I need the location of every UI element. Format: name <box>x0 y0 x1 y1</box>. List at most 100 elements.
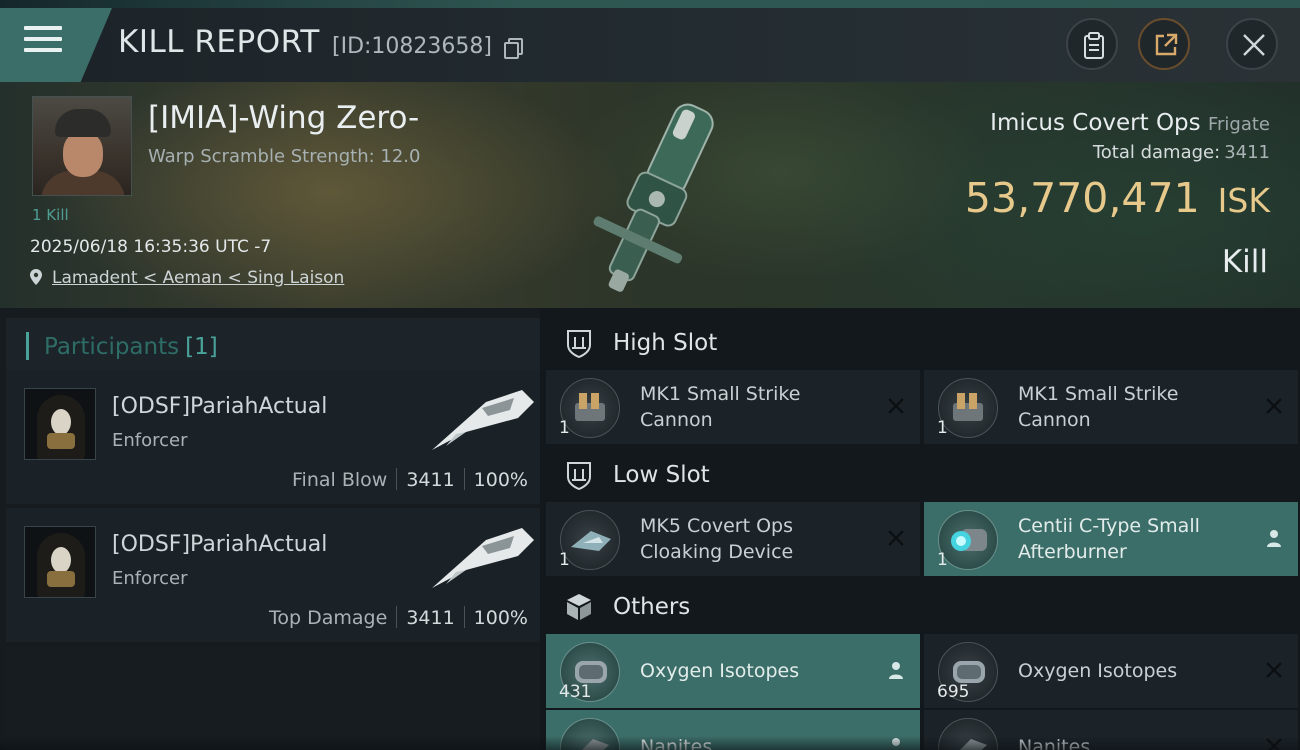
ship-class: Frigate <box>1207 114 1270 135</box>
total-damage-value: 3411 <box>1224 142 1270 163</box>
ship-name[interactable]: Imicus Covert Ops Frigate <box>990 110 1270 136</box>
participants-label: Participants <box>44 334 180 360</box>
total-damage: Total damage: 3411 <box>1093 142 1270 163</box>
participant-name: [ODSF]PariahActual <box>112 394 328 419</box>
kill-datetime: 2025/06/18 16:35:36 UTC -7 <box>30 237 272 257</box>
others-header: Others <box>540 576 1300 636</box>
module-name: MK1 Small Strike Cannon <box>1018 383 1179 431</box>
header-bar: KILL REPORT [ID:10823658] <box>0 8 1300 82</box>
copy-icon[interactable] <box>504 38 523 59</box>
module-name: Centii C-Type Small Afterburner <box>1018 515 1200 563</box>
report-id: [ID:10823658] <box>332 34 492 59</box>
ship-type-name: Imicus Covert Ops <box>990 110 1201 136</box>
dropped-person-icon <box>889 662 903 679</box>
participant-damage: 3411 <box>406 469 455 491</box>
module-name: MK5 Covert Ops Cloaking Device <box>640 515 794 563</box>
participant-percent: 100% <box>473 607 528 629</box>
participant-corp: Enforcer <box>112 568 188 589</box>
destroyed-x-icon <box>1266 398 1282 414</box>
module-item[interactable]: 1 MK1 Small Strike Cannon <box>924 370 1298 444</box>
participant-damage: 3411 <box>406 607 455 629</box>
module-item[interactable]: 1 MK5 Covert Ops Cloaking Device <box>546 502 920 576</box>
cargo-item[interactable]: 695 Oxygen Isotopes <box>924 634 1298 708</box>
participants-accent-bar <box>26 332 29 360</box>
participant-avatar <box>24 526 96 598</box>
low-slot-label: Low Slot <box>613 462 710 488</box>
participant-row[interactable]: [ODSF]PariahActual Enforcer Top Damage 34… <box>6 508 540 642</box>
destroyed-x-icon <box>1266 662 1282 678</box>
participant-role: Top Damage <box>269 607 388 629</box>
participants-title: Participants [1] <box>44 334 218 360</box>
cargo-item[interactable]: Nanites <box>546 710 920 750</box>
isk-value-line: 53,770,471 ISK <box>965 174 1270 222</box>
isk-unit: ISK <box>1217 181 1270 220</box>
menu-icon <box>24 26 62 59</box>
module-quantity: 1 <box>559 418 570 438</box>
kill-count: 1 Kill <box>32 206 69 224</box>
participant-corp: Enforcer <box>112 430 188 451</box>
module-quantity: 1 <box>559 550 570 570</box>
others-label: Others <box>613 594 691 620</box>
page-title: KILL REPORT <box>118 24 320 60</box>
destroyed-x-icon <box>888 398 904 414</box>
cargo-quantity: 431 <box>559 682 592 702</box>
participant-stats: Final Blow 3411 100% <box>292 468 528 491</box>
dropped-person-icon <box>1267 530 1281 547</box>
menu-button[interactable] <box>0 8 112 82</box>
victim-name[interactable]: [IMIA]-Wing Zero- <box>148 100 419 136</box>
divider <box>396 606 398 628</box>
share-icon <box>1155 33 1178 56</box>
location-pin-icon <box>30 269 42 285</box>
cargo-item[interactable]: 431 Oxygen Isotopes <box>546 634 920 708</box>
participants-header: Participants [1] <box>6 318 540 374</box>
module-item[interactable]: 1 MK1 Small Strike Cannon <box>546 370 920 444</box>
total-damage-label: Total damage: <box>1092 142 1221 163</box>
clipboard-button[interactable] <box>1066 18 1118 70</box>
participant-ship-icon <box>432 390 534 450</box>
victim-portrait[interactable] <box>32 96 132 196</box>
kill-summary-banner: [IMIA]-Wing Zero- Warp Scramble Strength… <box>0 82 1300 308</box>
participants-count: [1] <box>185 334 218 360</box>
fitting-panel: High Slot 1 MK1 Small Strike Cannon 1 MK… <box>540 308 1300 750</box>
module-quantity: 1 <box>937 550 948 570</box>
cargo-icon <box>560 718 620 750</box>
result-label: Kill <box>1221 244 1268 280</box>
high-slot-label: High Slot <box>613 330 718 356</box>
cargo-name: Nanites <box>1018 736 1091 750</box>
close-icon <box>1243 34 1265 56</box>
warp-scramble-strength: Warp Scramble Strength: 12.0 <box>148 146 421 167</box>
module-name: MK1 Small Strike Cannon <box>640 383 801 431</box>
dropped-person-icon <box>892 738 900 746</box>
cargo-quantity: 695 <box>937 682 970 702</box>
close-button[interactable] <box>1226 18 1278 70</box>
module-quantity: 1 <box>937 418 948 438</box>
isk-value: 53,770,471 <box>964 174 1200 222</box>
shield-icon <box>567 330 591 358</box>
participants-empty-area <box>6 646 540 750</box>
destroyed-x-icon <box>1266 738 1282 750</box>
cargo-name: Nanites <box>640 736 713 750</box>
location-link[interactable]: Lamadent < Aeman < Sing Laison <box>52 268 344 288</box>
shield-icon <box>567 462 591 490</box>
clipboard-icon <box>1084 32 1104 59</box>
high-slot-header: High Slot <box>540 312 1300 372</box>
cargo-name: Oxygen Isotopes <box>640 660 800 682</box>
destroyed-x-icon <box>888 530 904 546</box>
cargo-item[interactable]: Nanites <box>924 710 1298 750</box>
share-button[interactable] <box>1138 18 1190 70</box>
divider <box>463 606 465 628</box>
kill-location[interactable]: Lamadent < Aeman < Sing Laison <box>30 268 344 288</box>
participant-percent: 100% <box>473 469 528 491</box>
ship-render <box>593 103 714 292</box>
cargo-icon <box>938 718 998 750</box>
participants-panel: Participants [1] [ODSF]PariahActual Enfor… <box>0 308 540 750</box>
participant-avatar <box>24 388 96 460</box>
low-slot-header: Low Slot <box>540 444 1300 504</box>
cargo-name: Oxygen Isotopes <box>1018 660 1178 682</box>
participant-ship-icon <box>432 528 534 588</box>
divider <box>463 468 465 490</box>
participant-role: Final Blow <box>292 469 388 491</box>
divider <box>396 468 398 490</box>
module-item[interactable]: 1 Centii C-Type Small Afterburner <box>924 502 1298 576</box>
participant-row[interactable]: [ODSF]PariahActual Enforcer Final Blow 34… <box>6 370 540 504</box>
